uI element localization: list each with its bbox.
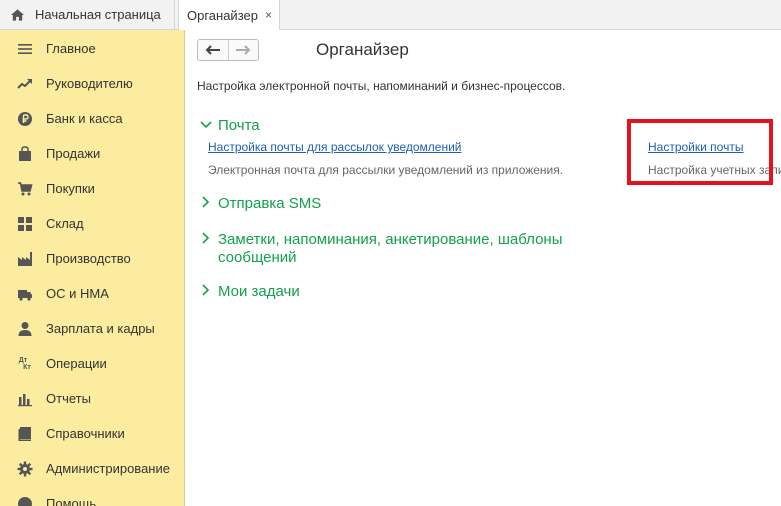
sidebar-item-label: ОС и НМА — [46, 286, 109, 301]
arrow-right-icon — [236, 45, 251, 55]
book-icon — [16, 425, 34, 443]
back-button[interactable] — [198, 40, 228, 60]
sidebar-item-directories[interactable]: Справочники — [0, 416, 185, 451]
mail-notifications-link[interactable]: Настройка почты для рассылок уведомлений — [208, 140, 462, 154]
sidebar-item-manager[interactable]: Руководителю — [0, 66, 185, 101]
sidebar-item-operations[interactable]: Дт Кт Операции — [0, 346, 185, 381]
sidebar-item-label: Руководителю — [46, 76, 133, 91]
truck-icon — [16, 285, 34, 303]
bar-chart-icon — [16, 390, 34, 408]
sidebar: Главное Руководителю Банк и касса Продаж… — [0, 30, 185, 506]
mail-notifications-description: Электронная почта для рассылки уведомлен… — [208, 163, 564, 177]
main-content: Органайзер Настройка электронной почты, … — [186, 30, 781, 506]
sidebar-item-label: Помощь — [46, 496, 97, 506]
section-sms[interactable]: Отправка SMS — [200, 195, 321, 213]
page-title: Органайзер — [316, 40, 409, 59]
sidebar-item-label: Администрирование — [46, 461, 170, 476]
sidebar-item-label: Операции — [46, 356, 107, 371]
sidebar-item-admin[interactable]: Администрирование — [0, 451, 185, 486]
menu-icon — [16, 40, 34, 58]
sidebar-item-production[interactable]: Производство — [0, 241, 185, 276]
section-mail[interactable]: Почта — [200, 117, 260, 135]
sidebar-item-label: Справочники — [46, 426, 125, 441]
person-icon — [16, 320, 34, 338]
sidebar-item-label: Зарплата и кадры — [46, 321, 155, 336]
section-tasks[interactable]: Мои задачи — [200, 283, 300, 301]
tab-organizer[interactable]: Органайзер × — [178, 0, 280, 30]
sidebar-item-bank[interactable]: Банк и касса — [0, 101, 185, 136]
kt-label: Кт — [23, 363, 31, 371]
ruble-icon — [16, 110, 34, 128]
home-icon — [10, 8, 25, 21]
dt-label: Дт — [18, 356, 28, 364]
cart-icon — [16, 180, 34, 198]
close-icon[interactable]: × — [265, 9, 272, 21]
sidebar-item-reports[interactable]: Отчеты — [0, 381, 185, 416]
tab-home[interactable]: Начальная страница — [0, 0, 174, 29]
sidebar-item-salary[interactable]: Зарплата и кадры — [0, 311, 185, 346]
sidebar-item-label: Покупки — [46, 181, 95, 196]
sidebar-item-label: Банк и касса — [46, 111, 123, 126]
tab-divider — [174, 0, 175, 29]
gear-icon — [16, 460, 34, 478]
highlight-frame — [627, 119, 773, 185]
sidebar-item-purchases[interactable]: Покупки — [0, 171, 185, 206]
tab-home-label: Начальная страница — [35, 7, 161, 22]
navigation-buttons — [197, 39, 259, 61]
dt-kt-icon: Дт Кт — [16, 355, 34, 373]
section-title-line1: Заметки, напоминания, анкетирование, шаб… — [218, 231, 563, 248]
sidebar-item-help[interactable]: Помощь — [0, 486, 185, 506]
bag-icon — [16, 145, 34, 163]
chevron-right-icon — [200, 195, 218, 211]
section-title: Мои задачи — [218, 283, 300, 300]
section-title: Почта — [218, 117, 260, 134]
tab-organizer-label: Органайзер — [187, 7, 258, 23]
warehouse-icon — [16, 215, 34, 233]
sidebar-item-label: Главное — [46, 41, 96, 56]
sidebar-item-label: Продажи — [46, 146, 101, 161]
arrow-left-icon — [205, 45, 220, 55]
chevron-down-icon — [200, 117, 218, 133]
chevron-right-icon — [200, 231, 218, 247]
forward-button[interactable] — [227, 40, 259, 60]
help-icon — [16, 495, 34, 506]
tab-bar: Начальная страница Органайзер × — [0, 0, 781, 30]
sidebar-item-assets[interactable]: ОС и НМА — [0, 276, 185, 311]
sidebar-item-label: Склад — [46, 216, 84, 231]
section-title: Заметки, напоминания, анкетирование, шаб… — [218, 231, 562, 267]
sidebar-item-warehouse[interactable]: Склад — [0, 206, 185, 241]
sidebar-item-main[interactable]: Главное — [0, 31, 185, 66]
sidebar-item-label: Отчеты — [46, 391, 91, 406]
section-notes[interactable]: Заметки, напоминания, анкетирование, шаб… — [200, 231, 562, 267]
sidebar-item-label: Производство — [46, 251, 131, 266]
page-description: Настройка электронной почты, напоминаний… — [197, 79, 566, 93]
factory-icon — [16, 250, 34, 268]
section-title-line2: сообщений — [218, 249, 297, 266]
sidebar-item-sales[interactable]: Продажи — [0, 136, 185, 171]
chevron-right-icon — [200, 283, 218, 299]
trend-icon — [16, 75, 34, 93]
section-title: Отправка SMS — [218, 195, 322, 212]
